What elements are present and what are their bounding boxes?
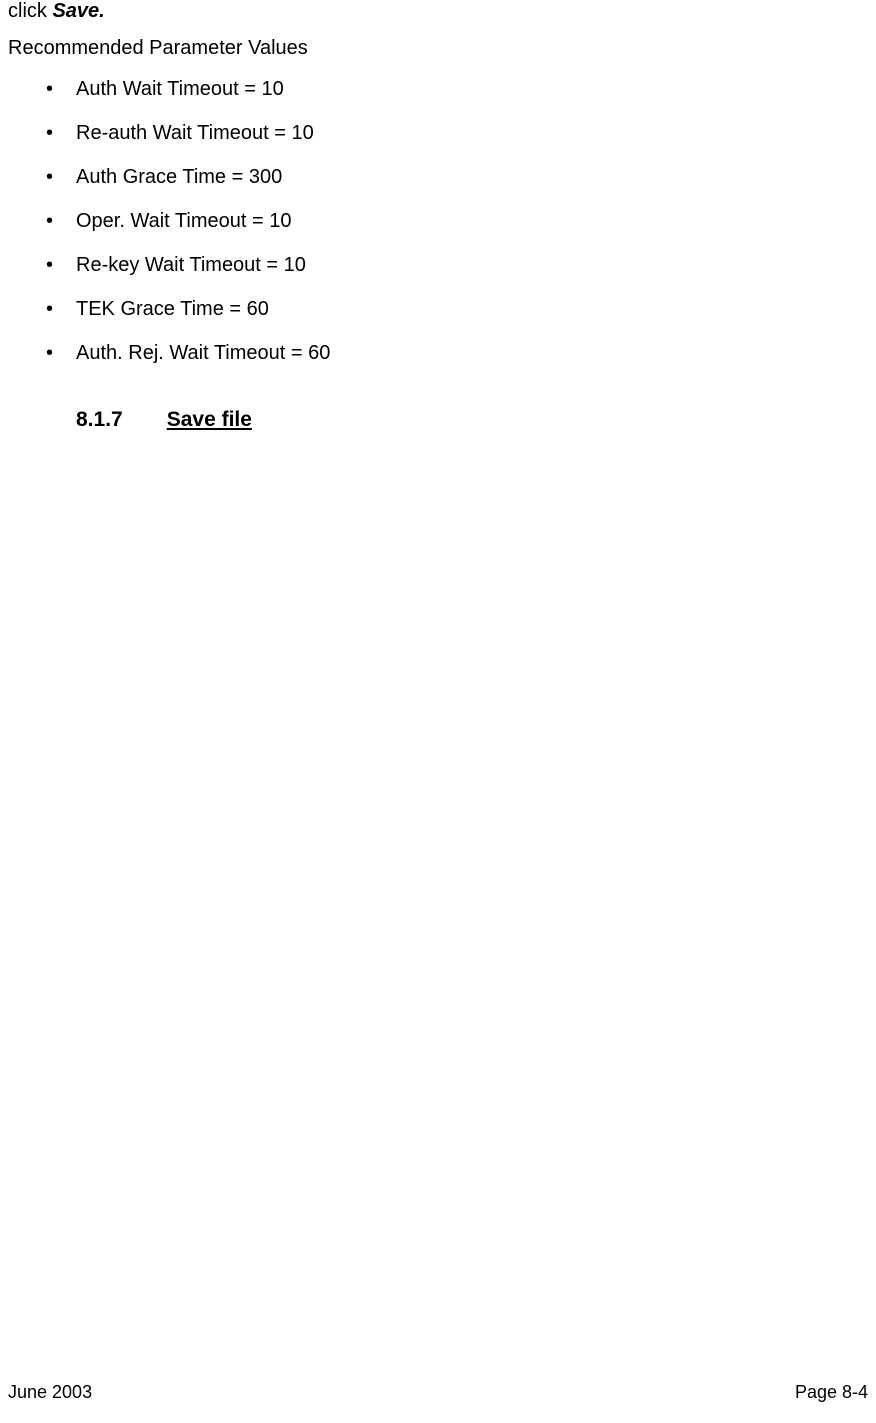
section-number: 8.1.7 (76, 408, 123, 432)
list-item: Re-auth Wait Timeout = 10 (46, 118, 868, 148)
click-prefix: click (8, 0, 52, 22)
parameter-list: Auth Wait Timeout = 10 Re-auth Wait Time… (8, 74, 868, 368)
recommended-title: Recommended Parameter Values (8, 37, 868, 60)
section-heading: 8.1.7 Save file (8, 408, 868, 432)
list-item: Auth Grace Time = 300 (46, 162, 868, 192)
list-item: Re-key Wait Timeout = 10 (46, 250, 868, 280)
list-item: TEK Grace Time = 60 (46, 294, 868, 324)
list-item: Auth. Rej. Wait Timeout = 60 (46, 338, 868, 368)
footer-page: Page 8-4 (795, 1382, 868, 1403)
footer-date: June 2003 (8, 1382, 92, 1403)
click-save-line: click Save. (8, 0, 868, 23)
section-title: Save file (167, 408, 252, 431)
list-item: Oper. Wait Timeout = 10 (46, 206, 868, 236)
list-item: Auth Wait Timeout = 10 (46, 74, 868, 104)
page-footer: June 2003 Page 8-4 (0, 1382, 876, 1403)
save-emphasis: Save. (52, 0, 104, 22)
